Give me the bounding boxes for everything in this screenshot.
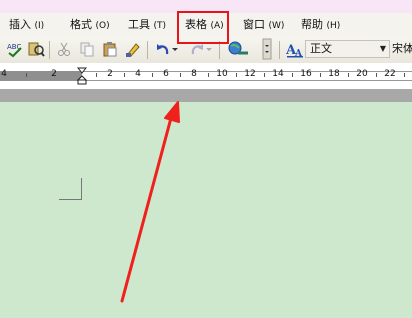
annotation-highlight-box bbox=[177, 11, 229, 44]
annotation-arrow-icon bbox=[120, 101, 180, 303]
